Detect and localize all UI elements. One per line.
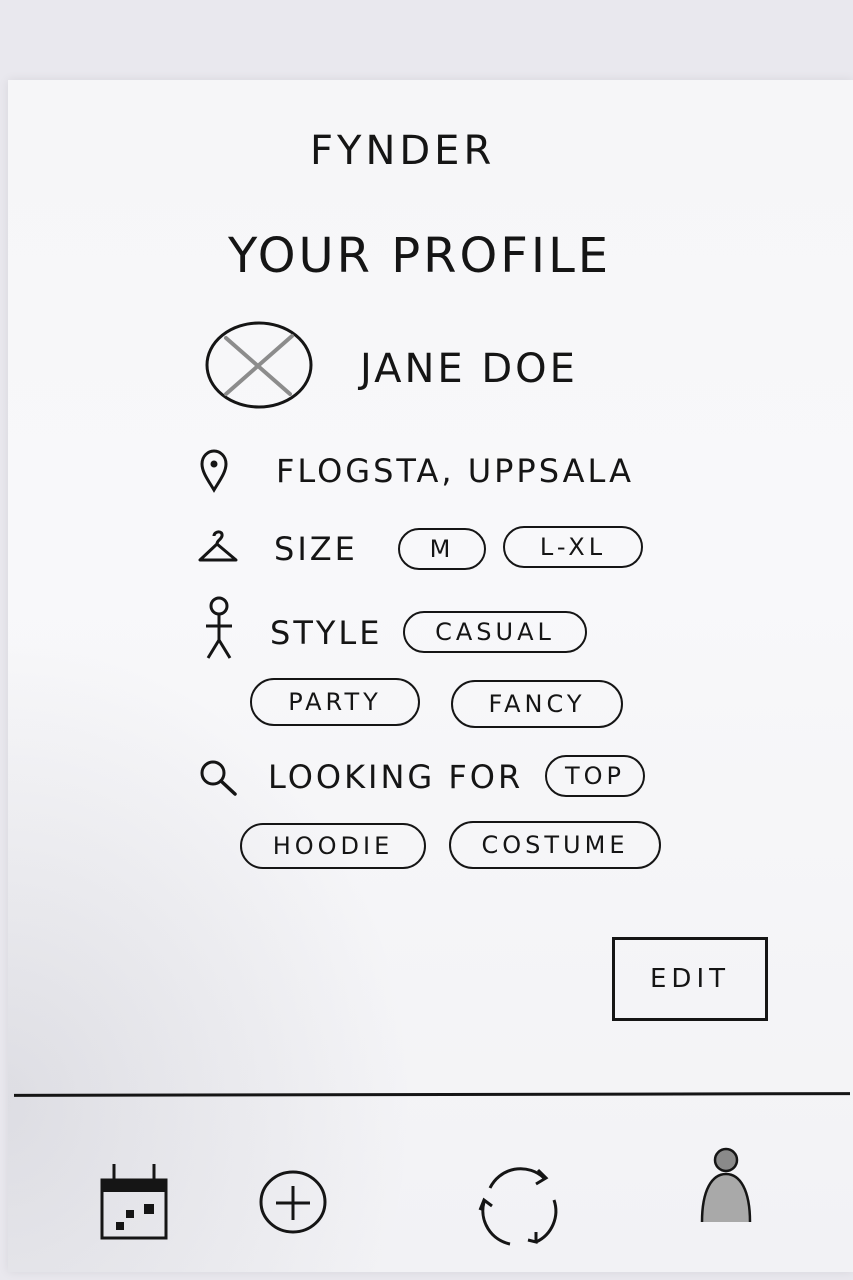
- looking-chip-top[interactable]: TOP: [545, 755, 645, 797]
- add-icon[interactable]: [256, 1166, 330, 1238]
- search-icon: [200, 760, 237, 796]
- app-title: FYNDER: [310, 128, 496, 174]
- looking-for-label: LOOKING FOR: [268, 758, 524, 796]
- location-text: FLOGSTA, UPPSALA: [276, 452, 634, 490]
- size-chip-l-xl[interactable]: L-XL: [503, 526, 643, 568]
- user-name: JANE DOE: [360, 346, 578, 392]
- style-label: STYLE: [270, 614, 383, 652]
- avatar-placeholder: [205, 321, 313, 409]
- looking-chip-hoodie[interactable]: HOODIE: [240, 823, 426, 869]
- stick-figure-icon: [206, 596, 232, 659]
- hanger-icon: [198, 530, 238, 562]
- size-chip-m[interactable]: M: [398, 528, 486, 570]
- location-pin-icon: [200, 449, 228, 493]
- style-chip-fancy[interactable]: FANCY: [451, 680, 623, 728]
- size-label: SIZE: [274, 530, 358, 568]
- style-chip-casual[interactable]: CASUAL: [403, 611, 587, 653]
- looking-chip-costume[interactable]: COSTUME: [449, 821, 661, 869]
- style-chip-party[interactable]: PARTY: [250, 678, 420, 726]
- profile-icon[interactable]: [694, 1146, 758, 1226]
- calendar-icon[interactable]: [98, 1160, 170, 1242]
- page-title: YOUR PROFILE: [228, 228, 612, 284]
- edit-button[interactable]: EDIT: [612, 937, 768, 1021]
- swap-icon[interactable]: [470, 1156, 566, 1252]
